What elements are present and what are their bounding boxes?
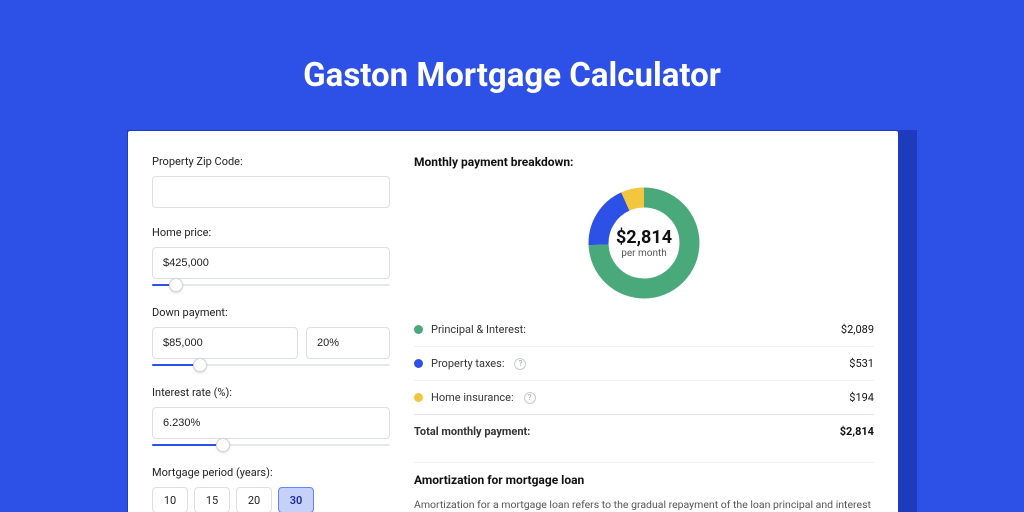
- legend-value: $194: [849, 391, 874, 404]
- zip-label: Property Zip Code:: [152, 155, 390, 168]
- home-price-slider[interactable]: [152, 278, 390, 292]
- breakdown-heading: Monthly payment breakdown:: [414, 155, 874, 169]
- legend-label: Property taxes:: [431, 357, 504, 370]
- calculator-card: Property Zip Code: Home price: Down paym…: [128, 131, 898, 512]
- legend-swatch: [414, 359, 423, 368]
- donut-center-sub: per month: [621, 248, 667, 259]
- legend-total-label: Total monthly payment:: [414, 425, 530, 438]
- period-button-20[interactable]: 20: [236, 487, 272, 512]
- form-panel: Property Zip Code: Home price: Down paym…: [152, 155, 390, 512]
- slider-track: [152, 284, 390, 286]
- legend-swatch: [414, 325, 423, 334]
- period-button-30[interactable]: 30: [278, 487, 314, 512]
- period-options: 10152030: [152, 487, 390, 512]
- home-price-label: Home price:: [152, 226, 390, 239]
- legend-row: Home insurance:? $194: [414, 380, 874, 414]
- period-button-15[interactable]: 15: [194, 487, 230, 512]
- legend-value: $531: [849, 357, 874, 370]
- legend-value: $2,089: [841, 323, 874, 336]
- down-payment-label: Down payment:: [152, 306, 390, 319]
- legend-row: Principal & Interest: $2,089: [414, 313, 874, 346]
- slider-thumb[interactable]: [193, 358, 207, 372]
- breakdown-panel: Monthly payment breakdown: $2,814 per mo…: [414, 155, 874, 512]
- donut-center-amount: $2,814: [616, 227, 672, 248]
- interest-rate-label: Interest rate (%):: [152, 386, 390, 399]
- home-price-input[interactable]: [152, 247, 390, 279]
- legend-label: Principal & Interest:: [431, 323, 526, 336]
- help-icon[interactable]: ?: [524, 392, 536, 404]
- legend-row: Property taxes:? $531: [414, 346, 874, 380]
- slider-thumb[interactable]: [216, 438, 230, 452]
- slider-fill: [152, 444, 223, 446]
- page-title: Gaston Mortgage Calculator: [0, 0, 1024, 95]
- period-button-10[interactable]: 10: [152, 487, 188, 512]
- amortization-text: Amortization for a mortgage loan refers …: [414, 497, 874, 512]
- legend-swatch: [414, 393, 423, 402]
- help-icon[interactable]: ?: [514, 358, 526, 370]
- donut-chart: $2,814 per month: [584, 183, 704, 303]
- interest-rate-slider[interactable]: [152, 438, 390, 452]
- slider-thumb[interactable]: [169, 278, 183, 292]
- down-payment-percent-input[interactable]: [306, 327, 390, 359]
- legend-row-total: Total monthly payment: $2,814: [414, 414, 874, 448]
- interest-rate-input[interactable]: [152, 407, 390, 439]
- down-payment-amount-input[interactable]: [152, 327, 298, 359]
- amortization-heading: Amortization for mortgage loan: [414, 473, 874, 487]
- legend-total-value: $2,814: [840, 425, 874, 438]
- period-label: Mortgage period (years):: [152, 466, 390, 479]
- divider: [414, 462, 874, 463]
- down-payment-slider[interactable]: [152, 358, 390, 372]
- legend: Principal & Interest: $2,089 Property taxe…: [414, 313, 874, 448]
- legend-label: Home insurance:: [431, 391, 514, 404]
- zip-input[interactable]: [152, 176, 390, 208]
